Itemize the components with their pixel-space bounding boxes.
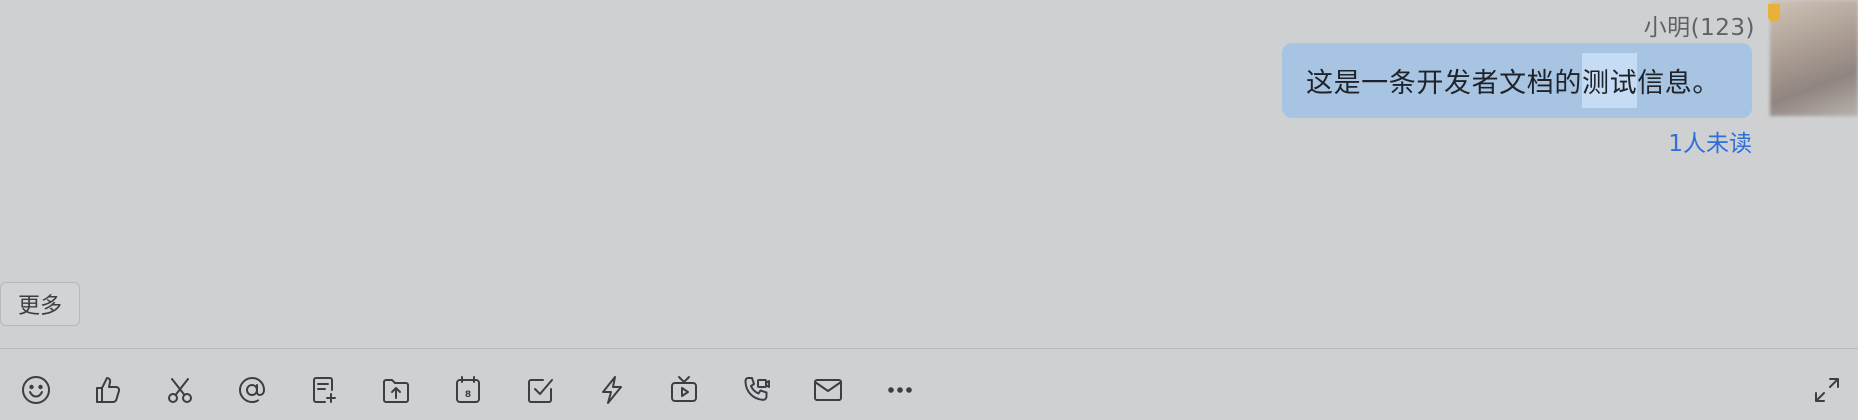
read-status-link[interactable]: 1人未读 [1668,124,1752,158]
message-text-end: 信息。 [1637,68,1720,99]
composer-toolbar: 8 [0,349,1858,420]
upload-file-icon[interactable] [379,373,413,407]
message-text: 这是一条开发者文档的 [1305,68,1582,99]
calendar-icon[interactable]: 8 [451,373,485,407]
scissors-icon[interactable] [163,373,197,407]
task-check-icon[interactable] [523,373,557,407]
message-text-highlight: 测试 [1581,53,1638,108]
sender-name: 小明(123) [1643,15,1755,41]
avatar[interactable] [1770,0,1858,116]
at-icon[interactable] [235,373,269,407]
live-tv-icon[interactable] [667,373,701,407]
more-button[interactable]: 更多 [0,282,80,326]
message-bubble[interactable]: 这是一条开发者文档的 测试 信息。 [1281,43,1752,118]
thumbs-up-icon[interactable] [91,373,125,407]
emoji-icon[interactable] [19,373,53,407]
video-call-icon[interactable] [739,373,773,407]
lightning-icon[interactable] [595,373,629,407]
calendar-day: 8 [465,390,471,400]
more-dots-icon[interactable] [883,373,917,407]
expand-icon[interactable] [1810,373,1844,407]
mail-icon[interactable] [811,373,845,407]
new-doc-icon[interactable] [307,373,341,407]
avatar-badge [1768,4,1780,22]
